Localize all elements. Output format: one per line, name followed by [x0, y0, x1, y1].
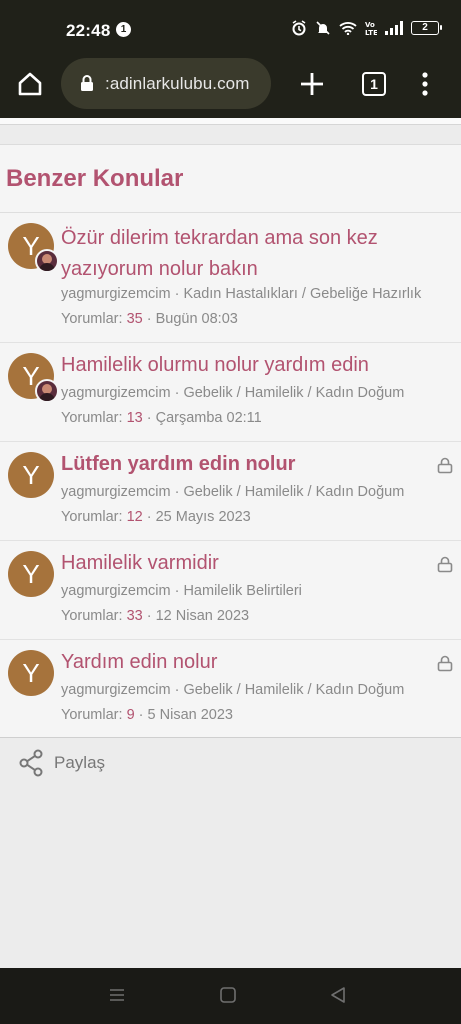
address-bar[interactable]: :adinlarkulubu.com [61, 58, 271, 109]
home-icon[interactable] [16, 70, 44, 98]
replies-label: Yorumlar: [61, 311, 123, 327]
more-vert-icon[interactable] [413, 70, 437, 98]
thread-title[interactable]: Yardım edin nolur [61, 647, 421, 678]
block-header: Benzer Konular [0, 145, 461, 213]
battery-icon: 2 [411, 21, 442, 35]
thread-title[interactable]: Hamilelik varmidir [61, 548, 421, 579]
thread-date: · 25 Mayıs 2023 [146, 509, 251, 525]
replies-label: Yorumlar: [61, 410, 123, 426]
page-content: Benzer Konular Y Özür dilerim tekrardan … [0, 118, 461, 968]
thread-meta: yagmurgizemcim · Gebelik / Hamilelik / K… [61, 484, 405, 500]
replies-label: Yorumlar: [61, 509, 123, 525]
thread-date: · Bugün 08:03 [146, 311, 238, 327]
replies-label: Yorumlar: [61, 707, 123, 723]
thread-item[interactable]: Y Hamilelik varmidir yagmurgizemcim · Ha… [0, 541, 461, 640]
block-title: Benzer Konular [6, 165, 184, 192]
share-label: Paylaş [54, 753, 106, 772]
thread-stats: Yorumlar: 33 · 12 Nisan 2023 [61, 608, 249, 624]
notification-badge: 1 [116, 22, 131, 37]
plus-icon[interactable] [298, 70, 326, 98]
thread-meta: yagmurgizemcim · Gebelik / Hamilelik / K… [61, 682, 405, 698]
signal-icon [385, 21, 403, 35]
avatar[interactable]: Y [8, 452, 54, 498]
thread-item[interactable]: Y Hamilelik olurmu nolur yardım edin yag… [0, 343, 461, 442]
thread-meta: yagmurgizemcim · Gebelik / Hamilelik / K… [61, 385, 405, 401]
thread-item[interactable]: Y Özür dilerim tekrardan ama son kez yaz… [0, 213, 461, 343]
mini-avatar[interactable] [35, 379, 59, 403]
thread-date: · Çarşamba 02:11 [146, 410, 262, 426]
lock-icon [437, 457, 453, 474]
lock-icon [437, 556, 453, 573]
svg-text:LTE: LTE [365, 29, 377, 36]
replies-count: 12 [126, 509, 143, 525]
thread-title[interactable]: Özür dilerim tekrardan ama son kez yazıy… [61, 223, 421, 285]
thread-item[interactable]: Y Yardım edin nolur yagmurgizemcim · Geb… [0, 640, 461, 739]
thread-stats: Yorumlar: 13 · Çarşamba 02:11 [61, 410, 262, 426]
back-icon[interactable] [329, 986, 347, 1004]
top-strip [0, 118, 461, 125]
thread-date: · 5 Nisan 2023 [138, 707, 233, 723]
browser-toolbar: :adinlarkulubu.com 1 [0, 50, 461, 118]
thread-stats: Yorumlar: 12 · 25 Mayıs 2023 [61, 509, 251, 525]
lock-icon [81, 75, 93, 91]
replies-count: 9 [126, 707, 135, 723]
home-nav-icon[interactable] [219, 986, 237, 1004]
svg-text:Vo: Vo [365, 21, 375, 29]
thread-title[interactable]: Hamilelik olurmu nolur yardım edin [61, 350, 421, 381]
thread-date: · 12 Nisan 2023 [146, 608, 250, 624]
tabs-icon[interactable]: 1 [362, 72, 386, 96]
url-text: :adinlarkulubu.com [105, 74, 250, 93]
thread-stats: Yorumlar: 9 · 5 Nisan 2023 [61, 707, 233, 723]
lock-icon [437, 655, 453, 672]
wifi-icon [339, 22, 357, 35]
avatar[interactable]: Y [8, 551, 54, 597]
thread-meta: yagmurgizemcim · Kadın Hastalıkları / Ge… [61, 286, 422, 302]
thread-title[interactable]: Lütfen yardım edin nolur [61, 449, 421, 480]
similar-threads-block: Benzer Konular Y Özür dilerim tekrardan … [0, 144, 461, 738]
replies-count: 33 [126, 608, 143, 624]
thread-meta: yagmurgizemcim · Hamilelik Belirtileri [61, 583, 302, 599]
mini-avatar[interactable] [35, 249, 59, 273]
thread-stats: Yorumlar: 35 · Bugün 08:03 [61, 311, 238, 327]
alarm-icon [292, 20, 306, 36]
replies-count: 13 [126, 410, 143, 426]
thread-item[interactable]: Y Lütfen yardım edin nolur yagmurgizemci… [0, 442, 461, 541]
replies-label: Yorumlar: [61, 608, 123, 624]
avatar[interactable]: Y [8, 650, 54, 696]
replies-count: 35 [126, 311, 143, 327]
status-time: 22:48 [66, 21, 111, 40]
mute-icon [316, 21, 330, 35]
share-icon [19, 749, 43, 777]
status-icons: Vo LTE 2 [291, 20, 442, 36]
share-button[interactable]: Paylaş [18, 749, 105, 777]
recents-icon[interactable] [108, 986, 126, 1004]
system-nav-bar [0, 968, 461, 1024]
volte-icon: VoLTE [365, 21, 377, 36]
status-bar: 22:48 1 Vo LTE 2 [0, 0, 461, 50]
